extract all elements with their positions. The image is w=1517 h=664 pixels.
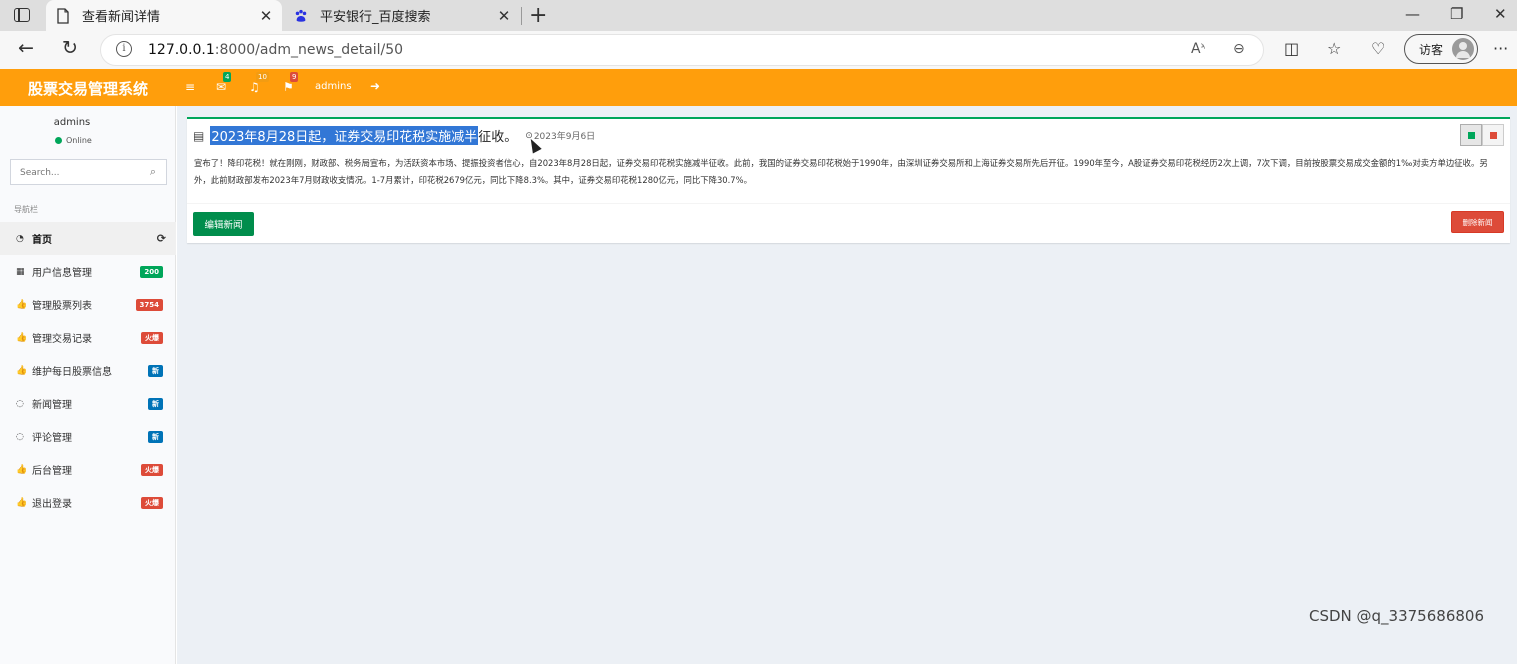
minimize-button[interactable]: — — [1405, 5, 1420, 23]
remove-button[interactable] — [1482, 124, 1504, 146]
sidebar-badge: 新 — [148, 431, 163, 443]
flag-badge: 9 — [290, 72, 299, 82]
page-icon — [57, 7, 69, 24]
sidebar-menu: ◔ 首页 ⟳ ▦ 用户信息管理 200 👍 管理股票列表 3754 👍 管理交易… — [0, 222, 176, 519]
bell-badge: 10 — [256, 72, 269, 82]
sidebar-item-admin[interactable]: 👍 后台管理 火爆 — [0, 453, 176, 486]
newspaper-icon: ▤ — [193, 128, 205, 143]
news-title-selected-text[interactable]: 2023年8月28日起，证券交易印花税实施减半 — [210, 126, 479, 145]
sidebar-badge: 200 — [140, 266, 163, 278]
sidebar-item-stock-list[interactable]: 👍 管理股票列表 3754 — [0, 288, 176, 321]
mail-badge: 4 — [223, 72, 232, 82]
dashboard-icon: ◔ — [16, 233, 24, 244]
news-detail-box: ▤ 2023年8月28日起，证券交易印花税实施减半 征收。 ⊙ 2023年9月6… — [187, 117, 1510, 243]
app-header: 股票交易管理系统 ≡ ✉ 4 ♫ 10 ⚑ 9 admins ➜ — [0, 69, 1517, 106]
zoom-icon[interactable]: ⊖ — [1233, 41, 1245, 57]
sign-out-icon[interactable]: ➜ — [370, 79, 380, 93]
news-body: 宣布了！降印花税！就在刚刚，财政部、税务局宣布，为活跃资本市场、提振投资者信心，… — [194, 158, 1488, 185]
sidebar-username: admins — [53, 117, 91, 128]
split-screen-icon[interactable]: ◫ — [1284, 39, 1299, 58]
sidebar-badge: 新 — [148, 398, 163, 410]
restore-button[interactable]: ❐ — [1450, 5, 1463, 23]
tab-title: 查看新闻详情 — [82, 10, 161, 25]
watermark: CSDN @q_3375686806 — [1309, 607, 1484, 625]
bell-icon[interactable]: ♫ 10 — [249, 72, 269, 94]
news-footer: 编辑新闻 删除新闻 — [187, 203, 1510, 243]
sidebar-item-label: 首页 — [32, 235, 52, 246]
tab-title: 平安银行_百度搜索 — [320, 10, 431, 25]
thumbs-up-icon: 👍 — [16, 299, 28, 310]
favorites-icon[interactable]: ☆ — [1327, 39, 1341, 58]
address-bar[interactable]: i 127.0.0.1:8000/adm_news_detail/50 Aϡ ⊖ — [100, 34, 1264, 66]
sidebar-nav-header: 导航栏 — [14, 205, 38, 214]
sidebar-item-user-management[interactable]: ▦ 用户信息管理 200 — [0, 255, 176, 288]
main-content: ▤ 2023年8月28日起，证券交易印花税实施减半 征收。 ⊙ 2023年9月6… — [177, 106, 1517, 664]
refresh-icon[interactable]: ↻ — [58, 37, 82, 59]
thumbs-up-icon: 👍 — [16, 365, 28, 376]
browser-essentials-icon[interactable]: ♡ — [1371, 39, 1385, 58]
sidebar-item-trade-records[interactable]: 👍 管理交易记录 火爆 — [0, 321, 176, 354]
url-text[interactable]: 127.0.0.1:8000/adm_news_detail/50 — [148, 42, 403, 58]
browser-tab-strip: 查看新闻详情 ✕ 平安银行_百度搜索 ✕ + — ❐ ✕ — [0, 0, 1517, 31]
browser-toolbar: ← ↻ i 127.0.0.1:8000/adm_news_detail/50 … — [0, 31, 1517, 69]
baidu-paw-icon — [295, 9, 307, 22]
sidebar-item-home[interactable]: ◔ 首页 ⟳ — [0, 222, 176, 255]
profile-guest-button[interactable]: 访客 — [1404, 34, 1478, 64]
app-brand[interactable]: 股票交易管理系统 — [28, 78, 148, 99]
red-square-icon — [1490, 132, 1497, 139]
delete-news-button[interactable]: 删除新闻 — [1451, 211, 1504, 233]
sidebar-badge: 3754 — [135, 299, 163, 311]
green-square-icon — [1468, 132, 1475, 139]
tab-news-detail[interactable]: 查看新闻详情 ✕ — [46, 0, 282, 31]
sidebar-toggle-icon[interactable]: ≡ — [185, 80, 195, 94]
tab-actions-icon[interactable] — [14, 8, 30, 22]
thumbs-up-icon: 👍 — [16, 497, 28, 508]
thumbs-up-icon: 👍 — [16, 332, 28, 343]
tab-close-icon[interactable]: ✕ — [256, 7, 276, 25]
grid-icon: ▦ — [16, 266, 25, 277]
sidebar-badge: 火爆 — [141, 497, 163, 509]
tab-baidu-search[interactable]: 平安银行_百度搜索 ✕ — [284, 0, 520, 31]
sidebar-item-comment-management[interactable]: ◌ 评论管理 新 — [0, 420, 176, 453]
sidebar-badge: 火爆 — [141, 464, 163, 476]
online-status: Online — [55, 136, 92, 145]
flag-icon[interactable]: ⚑ 9 — [283, 72, 299, 94]
thumbs-up-icon: 👍 — [16, 464, 28, 475]
comment-icon: ◌ — [16, 398, 24, 409]
sidebar: admins Online ⌕ 导航栏 ◔ 首页 ⟳ ▦ 用户信息管理 200 … — [0, 106, 176, 664]
more-menu-icon[interactable]: ··· — [1493, 39, 1508, 58]
search-icon[interactable]: ⌕ — [150, 165, 156, 179]
guest-label: 访客 — [1419, 43, 1444, 57]
collapse-button[interactable] — [1460, 124, 1482, 146]
header-username[interactable]: admins — [315, 81, 352, 92]
avatar — [1452, 38, 1474, 60]
sidebar-badge: 火爆 — [141, 332, 163, 344]
sidebar-badge: 新 — [148, 365, 163, 377]
news-date: 2023年9月6日 — [533, 132, 596, 142]
mail-icon[interactable]: ✉ 4 — [216, 72, 232, 94]
new-tab-button[interactable]: + — [529, 3, 547, 28]
news-title-text[interactable]: 征收。 — [478, 126, 517, 145]
sidebar-search: ⌕ — [10, 159, 167, 185]
sidebar-item-daily-stock-info[interactable]: 👍 维护每日股票信息 新 — [0, 354, 176, 387]
read-aloud-icon[interactable]: Aϡ — [1191, 41, 1205, 57]
back-arrow-icon[interactable]: ← — [14, 37, 38, 59]
search-input[interactable] — [11, 161, 131, 185]
box-tools — [1460, 124, 1504, 146]
sidebar-item-news-management[interactable]: ◌ 新闻管理 新 — [0, 387, 176, 420]
edit-news-button[interactable]: 编辑新闻 — [193, 212, 254, 236]
tab-separator — [521, 7, 522, 25]
refresh-icon[interactable]: ⟳ — [157, 232, 166, 245]
close-window-button[interactable]: ✕ — [1494, 5, 1507, 23]
comment-icon: ◌ — [16, 431, 24, 442]
tab-close-icon[interactable]: ✕ — [494, 7, 514, 25]
sidebar-item-logout[interactable]: 👍 退出登录 火爆 — [0, 486, 176, 519]
site-info-icon[interactable]: i — [116, 41, 132, 57]
online-dot-icon — [55, 137, 62, 144]
